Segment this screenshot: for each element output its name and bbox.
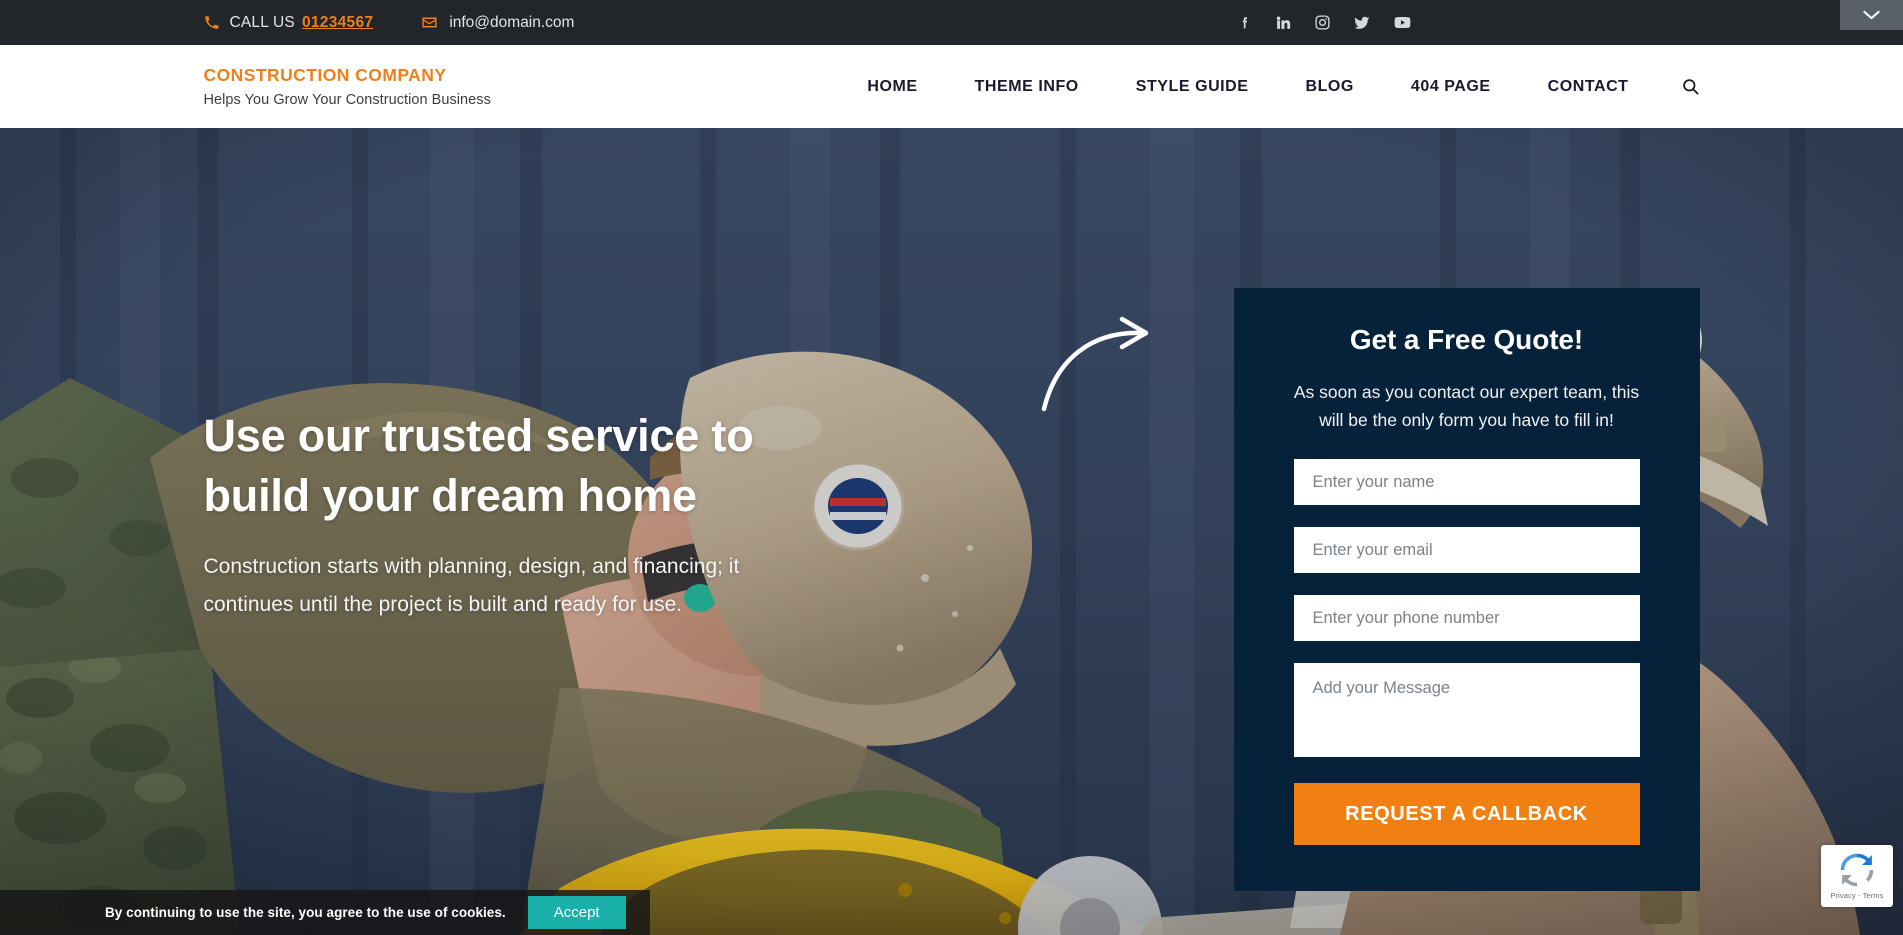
- hero-copy: Use our trusted service to build your dr…: [204, 406, 824, 624]
- quote-form: REQUEST A CALLBACK: [1293, 459, 1640, 845]
- phone-icon: [204, 15, 219, 30]
- quote-title: Get a Free Quote!: [1349, 324, 1584, 355]
- header-inner: CONSTRUCTION COMPANY Helps You Grow Your…: [192, 45, 1712, 128]
- call-us-label: CALL US: [229, 13, 295, 31]
- cookie-consent-bar: By continuing to use the site, you agree…: [0, 890, 650, 935]
- request-callback-button[interactable]: REQUEST A CALLBACK: [1293, 783, 1640, 845]
- quote-subtitle: As soon as you contact our expert team, …: [1293, 382, 1640, 430]
- instagram-icon[interactable]: [1314, 14, 1331, 31]
- message-field[interactable]: [1293, 663, 1640, 757]
- cookie-message: By continuing to use the site, you agree…: [105, 905, 506, 920]
- nav-item-404-page[interactable]: 404 PAGE: [1411, 68, 1491, 106]
- nav-item-theme-info[interactable]: THEME INFO: [975, 68, 1079, 106]
- phone-number-link[interactable]: 01234567: [302, 14, 373, 32]
- nav-item-blog[interactable]: BLOG: [1306, 68, 1354, 106]
- envelope-icon: [421, 14, 438, 31]
- email-link[interactable]: info@domain.com: [449, 14, 574, 32]
- main-navigation: HOME THEME INFO STYLE GUIDE BLOG 404 PAG…: [867, 68, 1699, 106]
- phone-field[interactable]: [1293, 595, 1640, 641]
- youtube-icon[interactable]: [1393, 13, 1412, 32]
- curved-arrow-icon: [1041, 316, 1148, 412]
- twitter-icon[interactable]: [1353, 14, 1371, 32]
- nav-item-contact[interactable]: CONTACT: [1548, 68, 1629, 106]
- email-block: info@domain.com: [421, 14, 574, 32]
- linkedin-icon[interactable]: [1275, 14, 1292, 31]
- recaptcha-badge[interactable]: Privacy - Terms: [1821, 845, 1893, 907]
- hero-content: Use our trusted service to build your dr…: [192, 128, 1712, 935]
- social-links: [1237, 13, 1712, 32]
- brand-title: CONSTRUCTION COMPANY: [203, 65, 447, 86]
- hero-title-line-1: Use our trusted service to: [203, 410, 754, 461]
- hero-title: Use our trusted service to build your dr…: [204, 406, 824, 526]
- site-header: CONSTRUCTION COMPANY Helps You Grow Your…: [0, 45, 1903, 128]
- hero-subtitle: Construction starts with planning, desig…: [203, 555, 740, 616]
- email-field[interactable]: [1293, 527, 1640, 573]
- nav-item-style-guide[interactable]: STYLE GUIDE: [1136, 68, 1249, 106]
- name-field[interactable]: [1293, 459, 1640, 505]
- facebook-icon[interactable]: [1237, 15, 1253, 31]
- search-icon[interactable]: [1681, 77, 1700, 96]
- hero-section: Use our trusted service to build your dr…: [0, 128, 1903, 935]
- cookie-accept-button[interactable]: Accept: [527, 896, 626, 929]
- chevron-down-icon: [1863, 10, 1880, 20]
- quote-form-panel: Get a Free Quote! As soon as you contact…: [1233, 288, 1700, 891]
- top-bar-inner: CALL US 01234567 info@domain.com: [192, 0, 1712, 45]
- page-root: CALL US 01234567 info@domain.com CONSTRU…: [0, 0, 1903, 935]
- call-us-block: CALL US 01234567: [204, 14, 374, 32]
- brand-logo[interactable]: CONSTRUCTION COMPANY Helps You Grow Your…: [204, 65, 491, 107]
- brand-tagline: Helps You Grow Your Construction Busines…: [203, 91, 491, 108]
- recaptcha-icon: [1840, 853, 1874, 886]
- recaptcha-label: Privacy - Terms: [1830, 890, 1884, 900]
- nav-item-home[interactable]: HOME: [867, 68, 917, 106]
- top-bar: CALL US 01234567 info@domain.com: [0, 0, 1903, 45]
- hero-title-line-2: build your dream home: [203, 470, 698, 521]
- window-collapse-button[interactable]: [1840, 0, 1903, 30]
